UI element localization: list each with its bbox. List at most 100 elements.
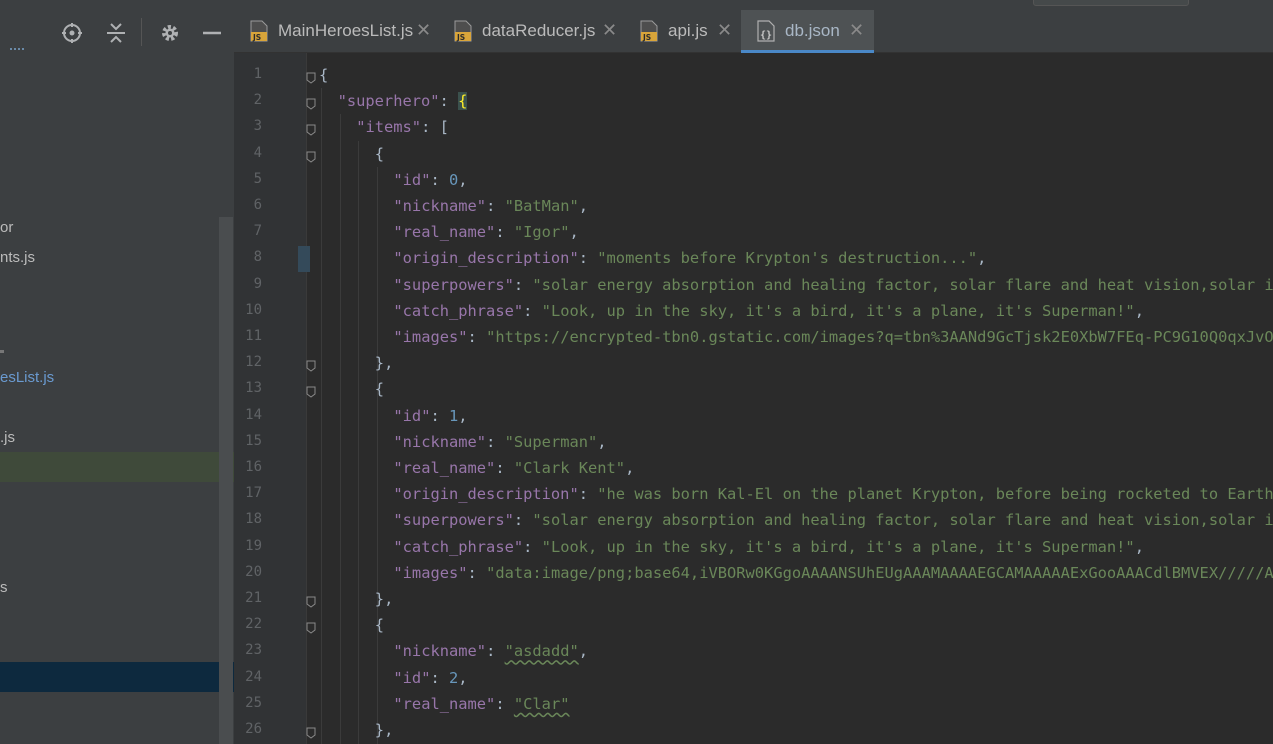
js-file-icon: JS (640, 20, 658, 42)
tree-item[interactable]: nts.js (0, 243, 234, 273)
code-line[interactable]: { (375, 376, 384, 402)
fold-toggle-icon[interactable] (305, 95, 317, 110)
tree-item[interactable]: s (0, 573, 234, 603)
tab-main-heroes-list[interactable]: JS MainHeroesList.js ✕ (234, 10, 438, 53)
code-line[interactable]: "catch_phrase": "Look, up in the sky, it… (393, 298, 1144, 324)
editor-pane: JS MainHeroesList.js ✕ JS dataReducer.js… (234, 10, 1273, 744)
gear-icon[interactable] (159, 22, 181, 44)
line-number: 3 (253, 118, 262, 135)
indent-guide (321, 88, 322, 744)
fold-toggle-icon[interactable] (305, 357, 317, 372)
code-line[interactable]: "items": [ (356, 114, 449, 140)
json-string: "solar energy absorption and healing fac… (532, 275, 1273, 294)
json-string: "Look, up in the sky, it's a bird, it's … (541, 537, 1135, 556)
close-icon[interactable]: ✕ (602, 20, 617, 41)
json-key: "real_name" (393, 694, 496, 713)
hide-minimize-icon[interactable] (201, 22, 223, 44)
close-icon[interactable]: ✕ (849, 20, 864, 41)
json-key: "id" (393, 668, 431, 687)
fold-toggle-icon[interactable] (305, 724, 317, 739)
json-file-icon: {} (757, 20, 775, 42)
code-line[interactable]: "id": 0, (393, 167, 467, 193)
code-area[interactable]: {"superhero": {"items": [{"id": 0, "nickn… (319, 53, 1273, 744)
fold-toggle-icon[interactable] (305, 593, 317, 608)
json-string: "solar energy absorption and healing fac… (532, 511, 1273, 530)
code-line[interactable]: { (375, 612, 384, 638)
toolbar-separator (141, 18, 142, 46)
code-line[interactable]: "real_name": "Clark Kent", (393, 455, 634, 481)
tab-data-reducer[interactable]: JS dataReducer.js ✕ (438, 10, 624, 53)
code-line[interactable]: "catch_phrase": "Look, up in the sky, it… (393, 534, 1144, 560)
code-punctuation: : (430, 668, 450, 687)
tree-item-label: or (0, 219, 14, 236)
code-line[interactable]: "origin_description": "he was born Kal-E… (393, 481, 1273, 507)
line-number: 26 (245, 721, 262, 737)
code-punctuation: : (467, 563, 487, 582)
code-line[interactable]: "nickname": "Superman", (393, 429, 606, 455)
code-line[interactable]: "images": "data:image/png;base64,iVBORw0… (393, 560, 1273, 586)
code-punctuation: , (458, 406, 468, 425)
json-string: "Clark Kent" (513, 459, 626, 477)
tab-label: db.json (785, 21, 840, 40)
code-line[interactable]: }, (375, 350, 394, 376)
json-string: "Superman" (504, 432, 598, 451)
json-key: "catch_phrase" (393, 537, 524, 556)
line-number: 14 (245, 406, 262, 423)
json-key: "nickname" (393, 432, 487, 451)
line-number: 11 (245, 328, 262, 344)
json-string: "Clar" (513, 694, 570, 713)
code-punctuation: , (458, 170, 468, 189)
code-line[interactable]: "origin_description": "moments before Kr… (393, 245, 986, 271)
tree-item[interactable]: esList.js (0, 363, 234, 393)
tree-item[interactable]: .js (0, 423, 234, 453)
code-line[interactable]: "id": 2, (393, 665, 467, 691)
code-line[interactable]: { (375, 141, 384, 167)
close-icon[interactable]: ✕ (717, 20, 732, 41)
indent-guide (358, 140, 360, 744)
search-everywhere-box[interactable] (1033, 0, 1189, 6)
project-sidebar: or nts.js esList.js .js s (0, 10, 234, 744)
code-line[interactable]: "nickname": "BatMan", (393, 193, 588, 219)
line-number: 16 (245, 459, 262, 475)
json-string: "Look, up in the sky, it's a bird, it's … (541, 301, 1135, 320)
code-line[interactable]: "images": "https://encrypted-tbn0.gstati… (393, 324, 1273, 350)
code-line[interactable]: "id": 1, (393, 403, 467, 429)
svg-text:{}: {} (760, 30, 772, 41)
fold-toggle-icon[interactable] (305, 121, 317, 137)
code-line[interactable]: "real_name": "Igor", (393, 219, 578, 245)
code-punctuation: : (513, 511, 533, 530)
fold-toggle-icon[interactable] (305, 148, 317, 163)
code-punctuation: , (578, 642, 589, 661)
code-punctuation: : (513, 275, 533, 294)
line-number: 8 (253, 249, 262, 266)
line-number: 25 (245, 694, 262, 711)
line-number: 4 (253, 144, 262, 161)
json-string: "data:image/png;base64,iVBORw0KGgoAAAANS… (486, 563, 1273, 582)
fold-toggle-icon[interactable] (305, 383, 317, 399)
tree-row-selected[interactable] (0, 662, 234, 692)
tab-api[interactable]: JS api.js ✕ (624, 10, 741, 53)
sidebar-scrollbar[interactable] (219, 217, 233, 744)
code-line[interactable]: "superpowers": "solar energy absorption … (393, 272, 1273, 298)
code-line[interactable]: { (319, 62, 328, 88)
code-punctuation: { (319, 66, 329, 84)
code-line[interactable]: "superhero": { (338, 88, 468, 114)
code-punctuation: : (486, 642, 505, 661)
code-line[interactable]: "nickname": "asdadd", (393, 638, 588, 664)
fold-toggle-icon[interactable] (305, 69, 317, 84)
tree-item[interactable]: or (0, 213, 234, 243)
tab-label: dataReducer.js (482, 21, 596, 40)
code-line[interactable]: }, (375, 586, 394, 612)
tab-db-json[interactable]: {} db.json ✕ (741, 10, 874, 53)
collapse-all-icon[interactable] (105, 22, 127, 44)
locate-target-icon[interactable] (61, 22, 83, 44)
code-line[interactable]: "superpowers": "solar energy absorption … (393, 507, 1273, 533)
code-punctuation: , (977, 249, 987, 268)
line-number: 1 (253, 66, 262, 82)
fold-toggle-icon[interactable] (305, 619, 317, 634)
close-icon[interactable]: ✕ (416, 20, 431, 41)
code-punctuation: : (578, 249, 598, 268)
code-line[interactable]: "real_name": "Clar" (393, 691, 569, 717)
json-key: "superpowers" (393, 275, 514, 294)
code-line[interactable]: }, (375, 717, 394, 743)
